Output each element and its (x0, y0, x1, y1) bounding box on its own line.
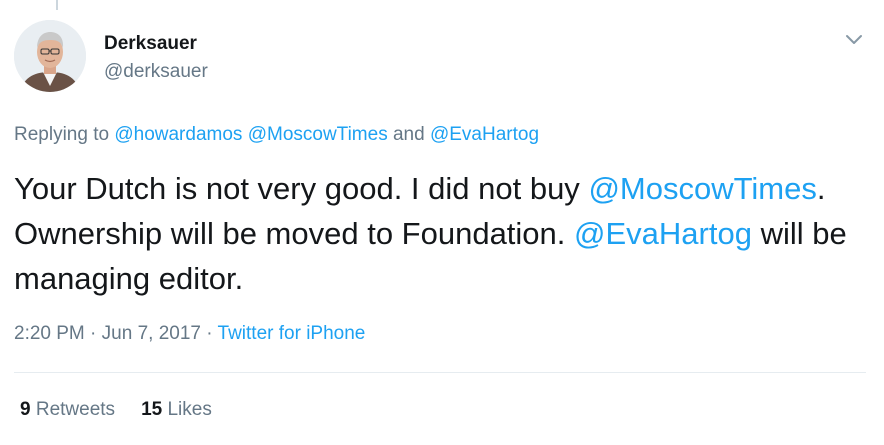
chevron-down-icon[interactable] (842, 28, 866, 52)
thread-connector-line (56, 0, 58, 10)
tweet-meta: 2:20 PM · Jun 7, 2017 · Twitter for iPho… (14, 322, 365, 346)
retweets-stat[interactable]: 9 Retweets (20, 398, 115, 422)
author-handle[interactable]: @derksauer (104, 61, 208, 83)
mention-link[interactable]: @EvaHartog (430, 124, 539, 145)
date-link[interactable]: Jun 7, 2017 (102, 323, 201, 344)
tweet-text: Your Dutch is not very good. I did not b… (14, 166, 864, 301)
retweets-count: 9 (20, 399, 31, 420)
meta-dot: · (200, 323, 218, 344)
likes-label: Likes (167, 399, 212, 420)
avatar[interactable] (14, 20, 86, 92)
tweet-stats: 9 Retweets 15 Likes (20, 398, 212, 422)
source-link[interactable]: Twitter for iPhone (218, 323, 366, 344)
meta-dot: · (84, 323, 102, 344)
tweet-text-segment: Your Dutch is not very good. I did not b… (14, 171, 589, 206)
likes-count: 15 (141, 399, 163, 420)
replying-to: Replying to @howardamos @MoscowTimes and… (14, 123, 539, 147)
author-name[interactable]: Derksauer (104, 33, 197, 55)
avatar-photo (14, 20, 86, 92)
mention-link[interactable]: @MoscowTimes (248, 124, 388, 145)
mention-link[interactable]: @howardamos (114, 124, 242, 145)
divider (14, 372, 866, 373)
conjunction: and (387, 124, 430, 145)
mention-link[interactable]: @EvaHartog (574, 216, 752, 251)
mention-link[interactable]: @MoscowTimes (588, 171, 816, 206)
likes-stat[interactable]: 15 Likes (141, 398, 212, 422)
timestamp-link[interactable]: 2:20 PM (14, 323, 85, 344)
retweets-label: Retweets (35, 399, 116, 420)
replying-prefix: Replying to (14, 124, 115, 145)
